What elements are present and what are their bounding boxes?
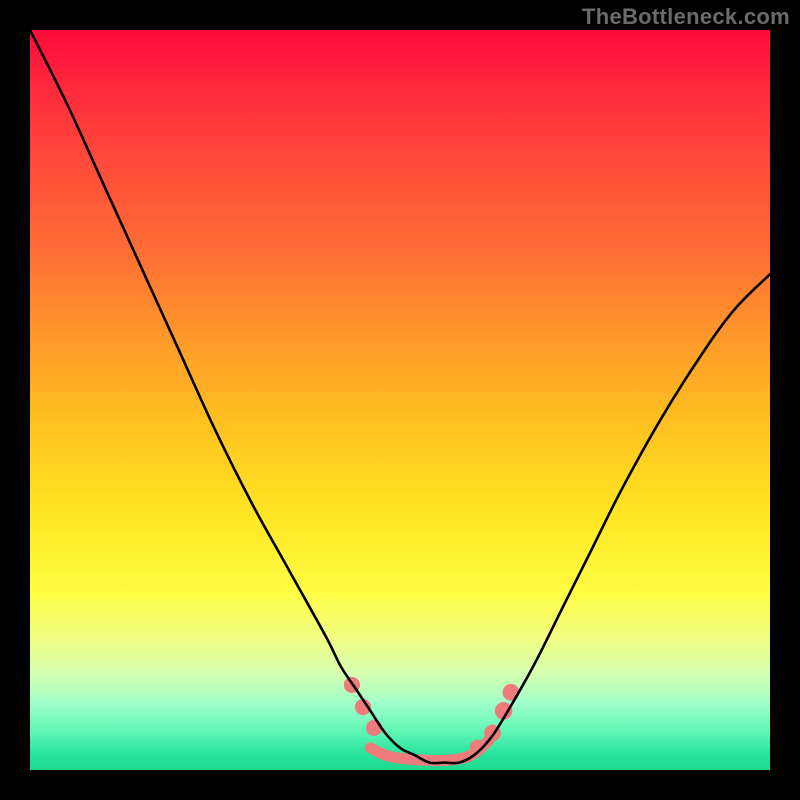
chart-plot-area xyxy=(30,30,770,770)
chart-svg xyxy=(30,30,770,770)
bottleneck-curve xyxy=(30,30,770,763)
left-dot-3 xyxy=(366,720,382,736)
chart-frame: TheBottleneck.com xyxy=(0,0,800,800)
watermark-text: TheBottleneck.com xyxy=(582,4,790,30)
